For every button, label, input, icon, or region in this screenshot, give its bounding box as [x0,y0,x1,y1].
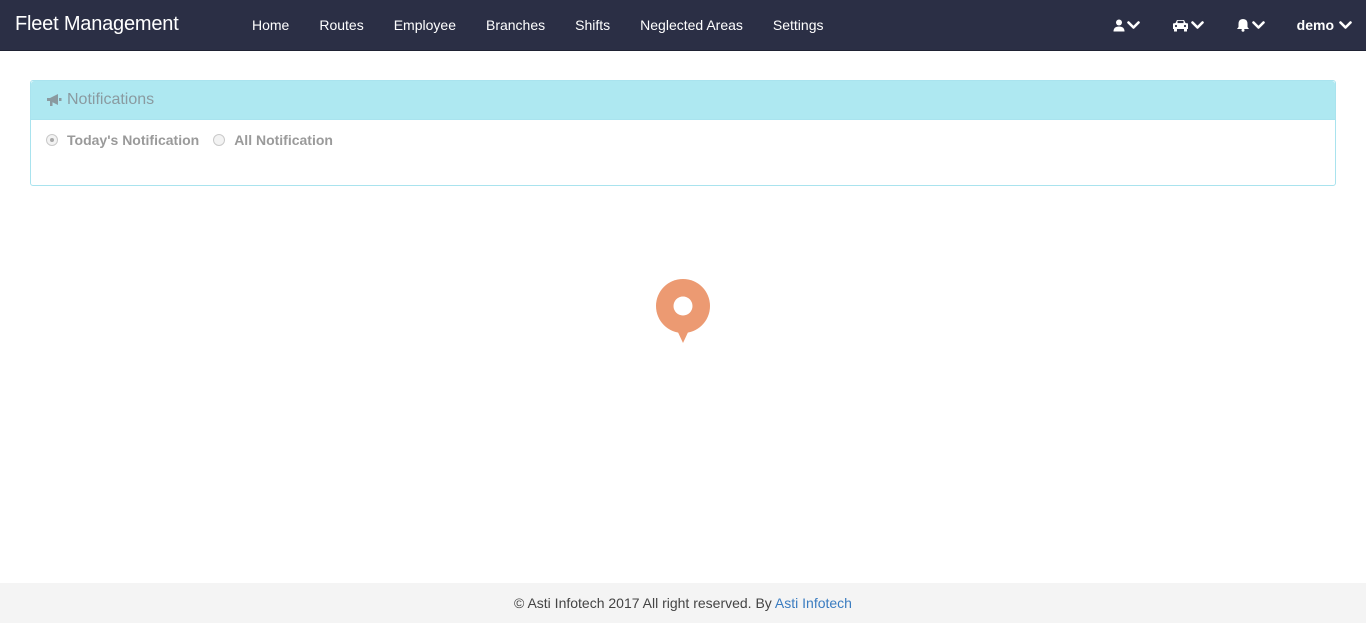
page-footer: © Asti Infotech 2017 All right reserved.… [0,583,1366,623]
all-notification-radio[interactable] [213,134,226,146]
nav-right-menu: demo [1097,0,1354,50]
chevron-down-icon [1339,20,1352,30]
notifications-panel-heading: Notifications [31,81,1335,120]
alerts-menu-dropdown[interactable] [1220,0,1281,50]
chevron-down-icon [1190,20,1204,30]
vehicle-menu-dropdown[interactable] [1156,0,1220,50]
todays-notification-radio[interactable] [46,134,58,146]
nav-branches[interactable]: Branches [471,0,560,50]
app-brand[interactable]: Fleet Management [15,13,179,36]
all-notification-option[interactable]: All Notification [213,132,333,148]
bell-icon [1236,18,1250,32]
nav-home[interactable]: Home [237,0,304,50]
copyright-text: © Asti Infotech 2017 All right reserved.… [514,595,775,611]
main-nav: Home Routes Employee Branches Shifts Neg… [237,0,838,50]
todays-notification-label: Today's Notification [67,132,200,148]
nav-neglected-areas[interactable]: Neglected Areas [625,0,758,50]
nav-routes[interactable]: Routes [304,0,378,50]
car-icon [1172,19,1189,32]
chevron-down-icon [1126,20,1140,30]
notifications-panel: Notifications Today's Notification All N… [30,80,1336,186]
company-link[interactable]: Asti Infotech [775,595,852,611]
all-notification-label: All Notification [234,132,333,148]
nav-settings[interactable]: Settings [758,0,839,50]
loading-pin-icon [655,279,711,350]
chevron-down-icon [1251,20,1265,30]
top-navbar: Fleet Management Home Routes Employee Br… [0,0,1366,51]
username-label: demo [1296,17,1334,33]
nav-employee[interactable]: Employee [379,0,471,50]
nav-shifts[interactable]: Shifts [560,0,625,50]
user-icon [1113,19,1125,32]
account-menu-dropdown[interactable]: demo [1281,0,1354,50]
todays-notification-option[interactable]: Today's Notification [46,132,199,148]
notification-filter: Today's Notification All Notification [31,120,1335,160]
megaphone-icon [46,93,63,107]
panel-title: Notifications [67,91,155,108]
user-menu-dropdown[interactable] [1097,0,1156,50]
